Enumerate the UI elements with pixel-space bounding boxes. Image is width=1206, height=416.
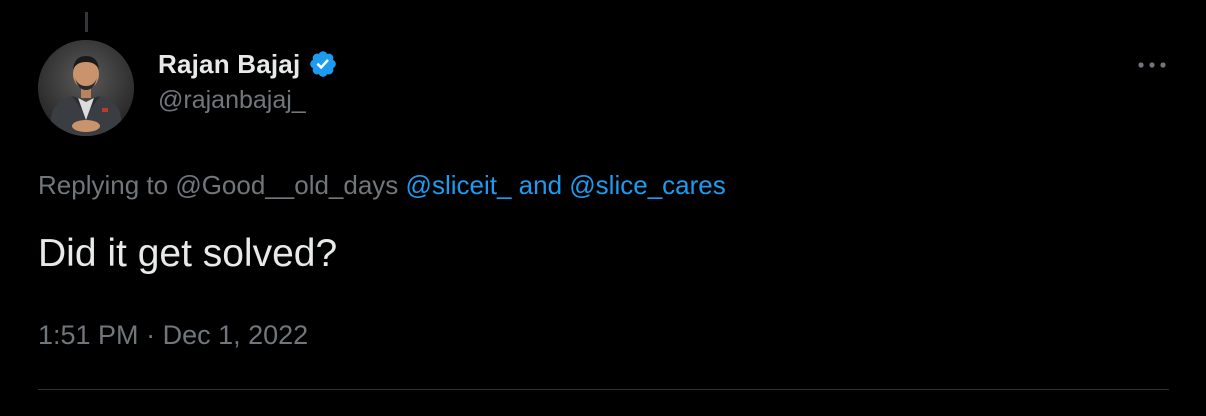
reply-prefix: Replying to [38, 170, 169, 200]
divider [38, 389, 1169, 390]
tweet-time-link[interactable]: 1:51 PM [38, 320, 139, 350]
mention-slice-cares[interactable]: @slice_cares [569, 170, 725, 200]
author-display-name[interactable]: Rajan Bajaj [158, 49, 300, 80]
tweet-timestamp: 1:51 PM · Dec 1, 2022 [38, 320, 308, 351]
thread-connector-line [85, 12, 88, 32]
mention-good-old-days[interactable]: @Good__old_days [175, 170, 398, 200]
more-horizontal-icon [1138, 62, 1166, 68]
verified-badge-icon[interactable] [308, 49, 338, 79]
author-handle[interactable]: @rajanbajaj_ [158, 86, 306, 115]
mention-joiner: and [518, 170, 563, 200]
mention-sliceit[interactable]: @sliceit_ [406, 170, 512, 200]
tweet-text: Did it get solved? [38, 232, 338, 275]
more-options-button[interactable] [1130, 50, 1174, 80]
profile-photo-icon [38, 40, 134, 136]
meta-separator: · [146, 320, 156, 350]
author-name-row: Rajan Bajaj [158, 46, 338, 82]
tweet-date-link[interactable]: Dec 1, 2022 [163, 320, 309, 350]
avatar[interactable] [38, 40, 134, 136]
reply-context: Replying to @Good__old_days @sliceit_ an… [38, 170, 726, 201]
